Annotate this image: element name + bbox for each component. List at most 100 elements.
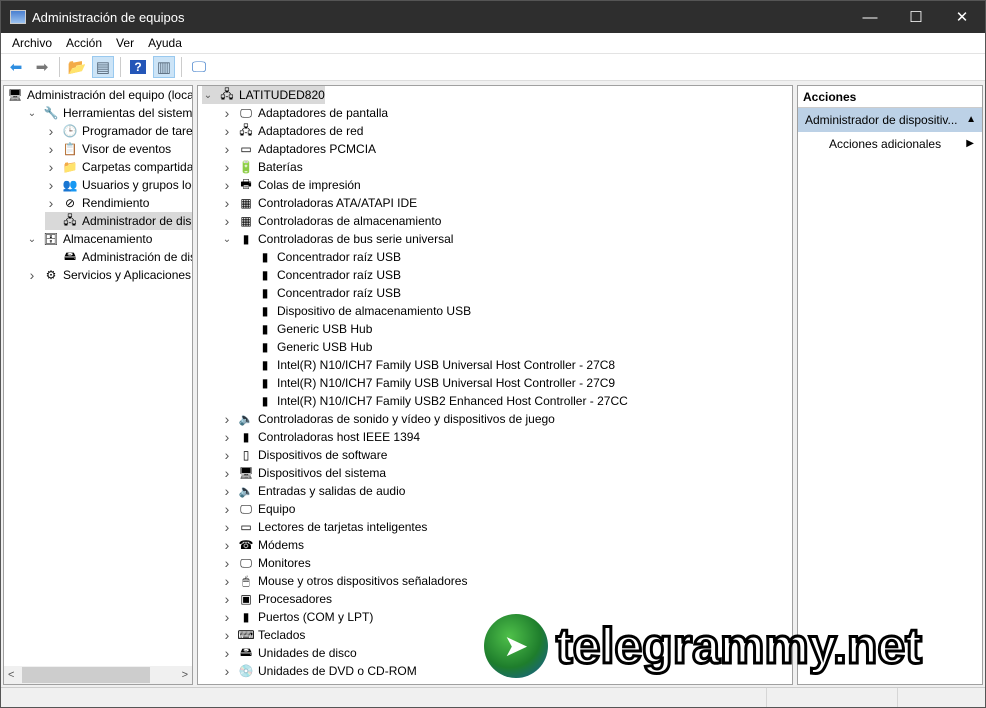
tree-item[interactable]: ▮ Concentrador raíz USB bbox=[240, 266, 401, 284]
tree-item[interactable]: ▮ Generic USB Hub bbox=[240, 320, 373, 338]
tree-item[interactable]: ⌄ 🖧 LATITUDED820 bbox=[202, 86, 325, 104]
collapse-up-icon[interactable]: ▲ bbox=[966, 108, 976, 132]
expand-chevron-right-icon[interactable]: › bbox=[45, 141, 57, 157]
tree-item[interactable]: › ⌨ Teclados bbox=[221, 626, 306, 644]
tree-item[interactable]: › ▦ Controladoras de almacenamiento bbox=[221, 212, 442, 230]
menu-ver[interactable]: Ver bbox=[109, 36, 141, 50]
expand-chevron-right-icon[interactable]: › bbox=[221, 501, 233, 517]
tree-item[interactable]: › 🔈 Controladoras de sonido y vídeo y disp… bbox=[221, 410, 555, 428]
expand-chevron-right-icon[interactable]: › bbox=[45, 195, 57, 211]
tree-item[interactable]: › 👥 Usuarios y grupos locales bbox=[45, 176, 192, 194]
tree-item[interactable]: › 🔋 Baterías bbox=[221, 158, 303, 176]
tree-item[interactable]: › ☎ Módems bbox=[221, 536, 304, 554]
expand-chevron-right-icon[interactable]: › bbox=[45, 177, 57, 193]
more-actions-item[interactable]: Acciones adicionales ▶ bbox=[798, 132, 982, 156]
tree-item[interactable]: ⌄ ▮ Controladoras de bus serie universal bbox=[221, 230, 454, 248]
usb-icon: ▮ bbox=[242, 232, 250, 246]
expand-chevron-right-icon[interactable]: › bbox=[221, 195, 233, 211]
expand-chevron-down-icon[interactable]: ⌄ bbox=[26, 108, 38, 119]
tree-item[interactable]: › 🖵 Monitores bbox=[221, 554, 311, 572]
tree-item[interactable]: › ▭ Lectores de tarjetas inteligentes bbox=[221, 518, 428, 536]
expand-chevron-right-icon[interactable]: › bbox=[221, 159, 233, 175]
scroll-left-icon[interactable]: < bbox=[8, 669, 14, 681]
actions-section-device-manager[interactable]: Administrador de dispositiv... ▲ bbox=[798, 108, 982, 132]
tree-item[interactable]: ▮ Dispositivo de almacenamiento USB bbox=[240, 302, 471, 320]
menu-acción[interactable]: Acción bbox=[59, 36, 109, 50]
show-hide-action-pane-button[interactable]: ▥ bbox=[153, 56, 175, 78]
scrollbar-thumb[interactable] bbox=[22, 667, 150, 683]
device-tree-pane: ⌄ 🖧 LATITUDED820 › 🖵 Adaptadores de pantalla ›… bbox=[197, 85, 793, 685]
expand-chevron-right-icon[interactable]: › bbox=[221, 177, 233, 193]
tree-item[interactable]: ⌄ 🗄 Almacenamiento bbox=[26, 230, 153, 248]
tree-item[interactable]: › ▣ Procesadores bbox=[221, 590, 332, 608]
expand-chevron-right-icon[interactable]: › bbox=[221, 105, 233, 121]
expand-chevron-down-icon[interactable]: ⌄ bbox=[202, 90, 214, 101]
expand-chevron-down-icon[interactable]: ⌄ bbox=[221, 234, 233, 245]
expand-chevron-right-icon[interactable]: › bbox=[221, 555, 233, 571]
expand-chevron-right-icon[interactable]: › bbox=[221, 141, 233, 157]
help-button[interactable]: ? bbox=[127, 56, 149, 78]
expand-chevron-right-icon[interactable]: › bbox=[221, 123, 233, 139]
expand-chevron-right-icon[interactable]: › bbox=[221, 483, 233, 499]
tree-item[interactable]: › ▮ Puertos (COM y LPT) bbox=[221, 608, 374, 626]
close-button[interactable]: ✕ bbox=[939, 1, 985, 33]
tree-item[interactable]: ▮ Concentrador raíz USB bbox=[240, 248, 401, 266]
tree-item[interactable]: ▮ Intel(R) N10/ICH7 Family USB Universal … bbox=[240, 356, 615, 374]
tree-item[interactable]: › ▦ Controladoras ATA/ATAPI IDE bbox=[221, 194, 418, 212]
expand-chevron-right-icon[interactable]: › bbox=[221, 537, 233, 553]
tree-item[interactable]: › 🕒 Programador de tareas bbox=[45, 122, 192, 140]
expand-chevron-right-icon[interactable]: › bbox=[221, 627, 233, 643]
tree-item[interactable]: › ▮ Controladoras host IEEE 1394 bbox=[221, 428, 420, 446]
expand-chevron-right-icon[interactable]: › bbox=[221, 591, 233, 607]
expand-chevron-right-icon[interactable]: › bbox=[26, 267, 38, 283]
tree-item[interactable]: › ⊘ Rendimiento bbox=[45, 194, 150, 212]
horizontal-scrollbar[interactable]: < > bbox=[4, 666, 192, 684]
expand-chevron-right-icon[interactable]: › bbox=[45, 123, 57, 139]
monitor-button[interactable]: 🖵 bbox=[188, 56, 210, 78]
expand-chevron-right-icon[interactable]: › bbox=[221, 411, 233, 427]
tree-item[interactable]: › 🖥 Dispositivos del sistema bbox=[221, 464, 386, 482]
forward-button[interactable]: ➡ bbox=[31, 56, 53, 78]
tree-item[interactable]: › 🖵 Equipo bbox=[221, 500, 296, 518]
tree-item[interactable]: › 🖱 Mouse y otros dispositivos señaladores bbox=[221, 572, 468, 590]
tree-item[interactable]: 🖥 Administración del equipo (local) bbox=[7, 86, 192, 104]
tree-item[interactable]: ▮ Intel(R) N10/ICH7 Family USB2 Enhanced … bbox=[240, 392, 628, 410]
maximize-button[interactable]: ☐ bbox=[893, 1, 939, 33]
expand-chevron-right-icon[interactable]: › bbox=[45, 159, 57, 175]
expand-chevron-right-icon[interactable]: › bbox=[221, 519, 233, 535]
expand-chevron-right-icon[interactable]: › bbox=[221, 573, 233, 589]
tree-item[interactable]: 🖧 Administrador de dispositivos bbox=[45, 212, 192, 230]
menu-archivo[interactable]: Archivo bbox=[5, 36, 59, 50]
menu-ayuda[interactable]: Ayuda bbox=[141, 36, 189, 50]
toolbar: ⬅ ➡ 📂 ▤? ▥ 🖵 bbox=[1, 54, 985, 81]
expand-chevron-right-icon[interactable]: › bbox=[221, 465, 233, 481]
scroll-right-icon[interactable]: > bbox=[182, 669, 188, 681]
expand-chevron-right-icon[interactable]: › bbox=[221, 663, 233, 679]
back-button[interactable]: ⬅ bbox=[5, 56, 27, 78]
show-hide-console-tree-button[interactable]: ▤ bbox=[92, 56, 114, 78]
tree-item[interactable]: › 💿 Unidades de DVD o CD-ROM bbox=[221, 662, 417, 680]
tree-item[interactable]: › 🖵 Adaptadores de pantalla bbox=[221, 104, 388, 122]
tree-item[interactable]: › 🖶 Colas de impresión bbox=[221, 176, 361, 194]
minimize-button[interactable]: — bbox=[847, 1, 893, 33]
tree-item[interactable]: › ▯ Dispositivos de software bbox=[221, 446, 388, 464]
expand-chevron-right-icon[interactable]: › bbox=[221, 213, 233, 229]
tree-item[interactable]: 🖴 Administración de discos bbox=[45, 248, 192, 266]
expand-chevron-right-icon[interactable]: › bbox=[221, 447, 233, 463]
tree-item[interactable]: › 🔈 Entradas y salidas de audio bbox=[221, 482, 406, 500]
expand-chevron-right-icon[interactable]: › bbox=[221, 429, 233, 445]
tree-item[interactable]: › 🖴 Unidades de disco bbox=[221, 644, 357, 662]
tree-item[interactable]: ▮ Intel(R) N10/ICH7 Family USB Universal … bbox=[240, 374, 615, 392]
tree-item[interactable]: › ⚙ Servicios y Aplicaciones bbox=[26, 266, 191, 284]
expand-chevron-right-icon[interactable]: › bbox=[221, 609, 233, 625]
tree-item[interactable]: › 📁 Carpetas compartidas bbox=[45, 158, 192, 176]
expand-chevron-right-icon[interactable]: › bbox=[221, 645, 233, 661]
tree-item[interactable]: ▮ Generic USB Hub bbox=[240, 338, 373, 356]
tree-item[interactable]: › 🖧 Adaptadores de red bbox=[221, 122, 364, 140]
up-folder-button[interactable]: 📂 bbox=[66, 56, 88, 78]
tree-item[interactable]: › ▭ Adaptadores PCMCIA bbox=[221, 140, 376, 158]
expand-chevron-down-icon[interactable]: ⌄ bbox=[26, 234, 38, 245]
tree-item[interactable]: › 📋 Visor de eventos bbox=[45, 140, 172, 158]
tree-item[interactable]: ⌄ 🔧 Herramientas del sistema bbox=[26, 104, 192, 122]
tree-item[interactable]: ▮ Concentrador raíz USB bbox=[240, 284, 401, 302]
